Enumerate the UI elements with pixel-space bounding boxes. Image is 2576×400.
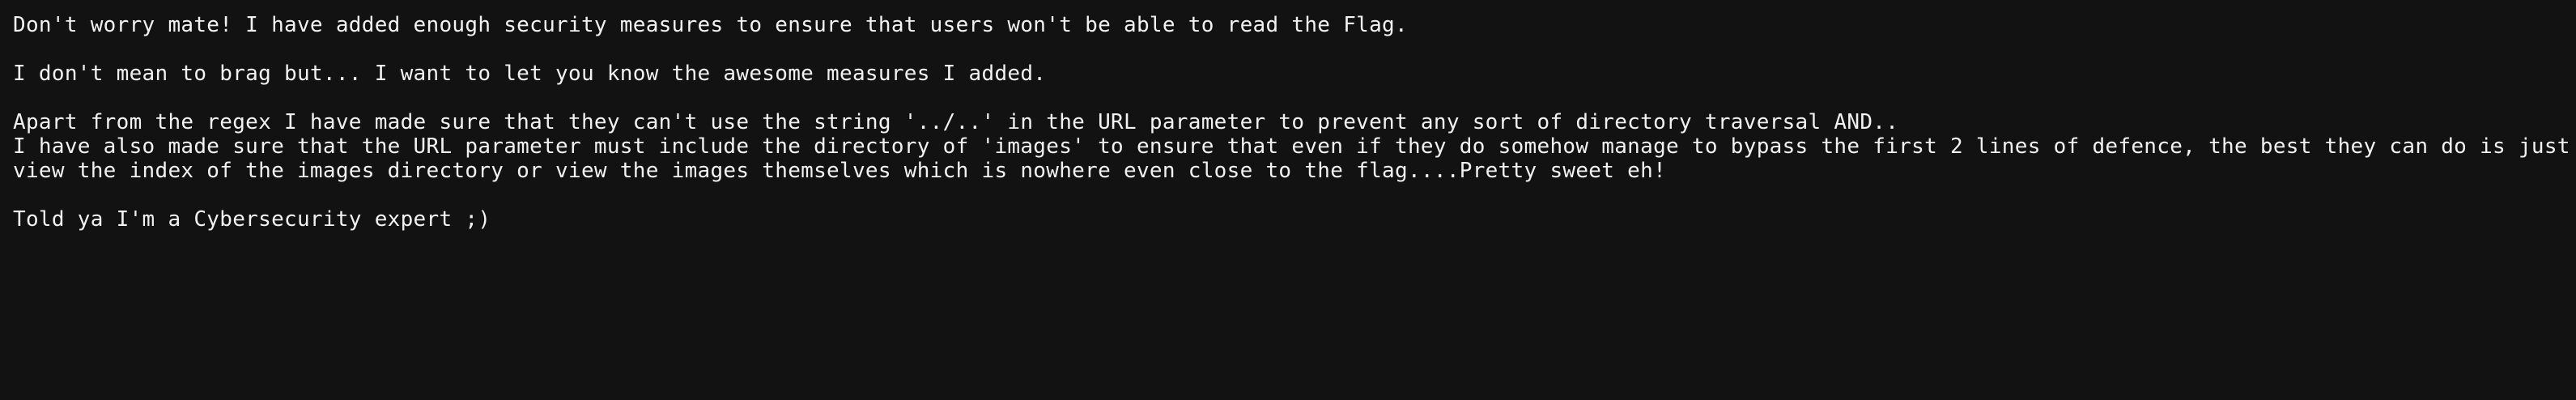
- paragraph-intro: Don't worry mate! I have added enough se…: [13, 13, 2563, 37]
- brag-text: I don't mean to brag but... I want to le…: [13, 62, 1047, 86]
- measures-line-3: view the index of the images directory o…: [13, 159, 1667, 183]
- measures-line-2: I have also made sure that the URL param…: [13, 134, 2570, 159]
- paragraph-measures: Apart from the regex I have made sure th…: [13, 110, 2570, 183]
- paragraph-signoff: Told ya I'm a Cybersecurity expert ;): [13, 207, 2563, 232]
- message-body: Don't worry mate! I have added enough se…: [13, 13, 2570, 232]
- page: Don't worry mate! I have added enough se…: [0, 0, 2576, 400]
- paragraph-brag: I don't mean to brag but... I want to le…: [13, 62, 2563, 86]
- signoff-text: Told ya I'm a Cybersecurity expert ;): [13, 207, 491, 232]
- measures-line-1: Apart from the regex I have made sure th…: [13, 110, 1899, 134]
- intro-text: Don't worry mate! I have added enough se…: [13, 13, 1408, 37]
